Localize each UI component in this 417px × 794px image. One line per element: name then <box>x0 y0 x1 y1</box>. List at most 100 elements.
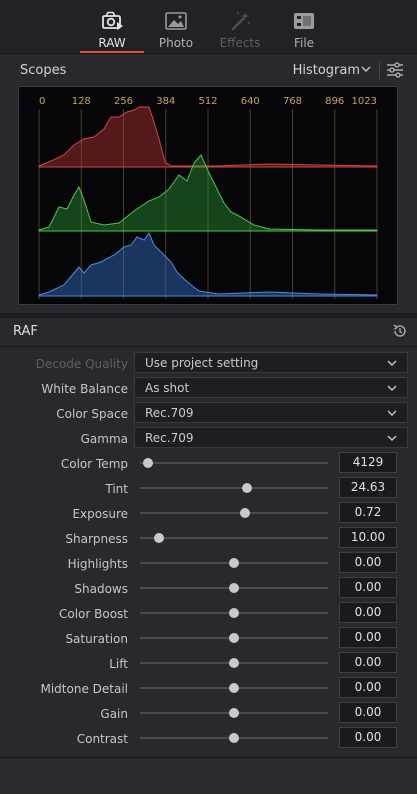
tab-raw-label: RAW <box>98 36 126 50</box>
scopes-header: Scopes Histogram <box>0 55 417 85</box>
histogram-tick-label: 0 <box>39 96 45 107</box>
slider-row: Gain 0.00 <box>0 702 417 727</box>
saturation-value-field[interactable]: 0.00 <box>339 627 397 648</box>
tab-photo[interactable]: Photo <box>144 0 208 54</box>
exposure-label: Exposure <box>72 507 128 521</box>
sharpness-slider[interactable] <box>140 527 328 548</box>
color-space-value: Rec.709 <box>145 406 194 420</box>
contrast-label: Contrast <box>76 732 128 746</box>
color-space-dropdown[interactable]: Rec.709 <box>134 402 408 423</box>
slider-knob[interactable] <box>229 683 239 693</box>
slider-knob[interactable] <box>153 533 164 543</box>
tab-effects-label: Effects <box>219 36 261 50</box>
midtone-detail-label: Midtone Detail <box>40 682 128 696</box>
slider-row: Exposure 0.72 <box>0 502 417 527</box>
slider-knob[interactable] <box>229 733 239 743</box>
active-tab-indicator <box>80 51 144 53</box>
slider-row: Saturation 0.00 <box>0 627 417 652</box>
histogram-tick-label: 896 <box>325 96 344 107</box>
chevron-down-icon <box>387 410 397 416</box>
chevron-down-icon <box>387 385 397 391</box>
slider-track <box>140 512 328 514</box>
slider-knob[interactable] <box>142 458 153 468</box>
midtone-detail-value-field[interactable]: 0.00 <box>339 677 397 698</box>
slider-row: Color Boost 0.00 <box>0 602 417 627</box>
saturation-slider[interactable] <box>140 627 328 648</box>
slider-track <box>140 537 328 539</box>
highlights-label: Highlights <box>67 557 128 571</box>
shadows-slider[interactable] <box>140 577 328 598</box>
color-boost-slider[interactable] <box>140 602 328 623</box>
histogram-tick-label: 512 <box>198 96 217 107</box>
dropdown-row: Gamma Rec.709 <box>0 427 417 452</box>
scope-settings-icon[interactable] <box>386 61 404 79</box>
lift-label: Lift <box>109 657 128 671</box>
slider-knob[interactable] <box>229 608 239 618</box>
sharpness-label: Sharpness <box>65 532 128 546</box>
chevron-down-icon <box>387 360 397 366</box>
histogram-tick-label: 640 <box>241 96 260 107</box>
slider-row: Color Temp 4129 <box>0 452 417 477</box>
gamma-label: Gamma <box>80 432 128 446</box>
contrast-value-field[interactable]: 0.00 <box>339 727 397 748</box>
photo-icon <box>165 12 187 30</box>
decode-quality-value: Use project setting <box>145 356 259 370</box>
magic-wand-icon <box>231 12 250 31</box>
slider-row: Shadows 0.00 <box>0 577 417 602</box>
slider-row: Midtone Detail 0.00 <box>0 677 417 702</box>
exposure-slider[interactable] <box>140 502 328 523</box>
raf-divider <box>0 346 417 347</box>
slider-knob[interactable] <box>240 508 251 518</box>
highlights-value-field[interactable]: 0.00 <box>339 552 397 573</box>
chevron-down-icon[interactable] <box>361 64 371 74</box>
gain-slider[interactable] <box>140 702 328 723</box>
decode-quality-label: Decode Quality <box>35 357 128 371</box>
slider-track <box>140 487 328 489</box>
midtone-detail-slider[interactable] <box>140 677 328 698</box>
tint-value-field[interactable]: 24.63 <box>339 477 397 498</box>
slider-knob[interactable] <box>242 483 253 493</box>
slider-row: Highlights 0.00 <box>0 552 417 577</box>
color-boost-value-field[interactable]: 0.00 <box>339 602 397 623</box>
exposure-value-field[interactable]: 0.72 <box>339 502 397 523</box>
lift-slider[interactable] <box>140 652 328 673</box>
scope-mode-dropdown[interactable]: Histogram <box>293 63 360 78</box>
slider-track <box>140 462 328 464</box>
white-balance-dropdown[interactable]: As shot <box>134 377 408 398</box>
bottom-panel <box>0 758 417 794</box>
tint-slider[interactable] <box>140 477 328 498</box>
top-tab-bar: RAW Photo Effects File <box>0 0 417 54</box>
color-temp-value-field[interactable]: 4129 <box>339 452 397 473</box>
slider-row: Lift 0.00 <box>0 652 417 677</box>
lift-value-field[interactable]: 0.00 <box>339 652 397 673</box>
slider-knob[interactable] <box>229 583 239 593</box>
white-balance-value: As shot <box>145 381 190 395</box>
contrast-slider[interactable] <box>140 727 328 748</box>
slider-row: Tint 24.63 <box>0 477 417 502</box>
raf-section-title: RAF <box>13 324 38 339</box>
gamma-dropdown[interactable]: Rec.709 <box>134 427 408 448</box>
slider-row: Sharpness 10.00 <box>0 527 417 552</box>
sharpness-value-field[interactable]: 10.00 <box>339 527 397 548</box>
highlights-slider[interactable] <box>140 552 328 573</box>
tab-file-label: File <box>293 36 315 50</box>
slider-knob[interactable] <box>229 633 239 643</box>
tab-raw[interactable]: RAW <box>80 0 144 54</box>
gain-value-field[interactable]: 0.00 <box>339 702 397 723</box>
tab-file[interactable]: File <box>272 0 336 54</box>
histogram-tick-label: 768 <box>283 96 302 107</box>
histogram-tick-label: 256 <box>114 96 133 107</box>
shadows-value-field[interactable]: 0.00 <box>339 577 397 598</box>
camera-raw-icon <box>102 11 123 30</box>
reset-icon[interactable] <box>392 323 408 339</box>
slider-knob[interactable] <box>229 658 239 668</box>
slider-knob[interactable] <box>229 708 239 718</box>
tab-effects: Effects <box>208 0 272 54</box>
histogram-tick-label: 384 <box>156 96 175 107</box>
slider-row: Contrast 0.00 <box>0 727 417 752</box>
tab-photo-label: Photo <box>158 36 194 50</box>
white-balance-label: White Balance <box>41 382 128 396</box>
color-temp-slider[interactable] <box>140 452 328 473</box>
slider-knob[interactable] <box>229 558 239 568</box>
shadows-label: Shadows <box>74 582 128 596</box>
